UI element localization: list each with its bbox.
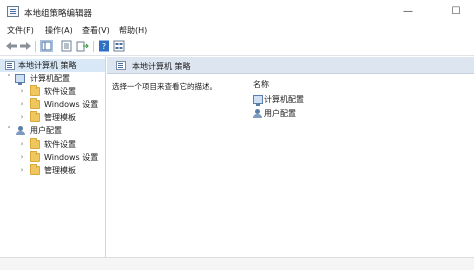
expand-chevron-icon[interactable]: › — [18, 111, 26, 124]
tree-item-label: 管理模板 — [44, 113, 76, 122]
tree-item-software-settings[interactable]: › 软件设置 — [0, 138, 105, 151]
policy-icon — [116, 61, 126, 70]
user-icon — [253, 109, 262, 118]
menu-bar: 文件(F) 操作(A) 查看(V) 帮助(H) — [0, 24, 474, 37]
folder-icon — [30, 111, 40, 122]
tree-item-label: 计算机配置 — [30, 74, 70, 83]
tree-item-label: Windows 设置 — [44, 153, 99, 162]
expand-chevron-icon[interactable]: › — [18, 151, 26, 164]
tree-item-windows-settings[interactable]: › Windows 设置 — [0, 151, 105, 164]
window-title: 本地组策略编辑器 — [24, 9, 93, 19]
computer-icon — [253, 95, 263, 106]
status-bar — [0, 257, 474, 270]
view-icon[interactable] — [113, 40, 126, 52]
tree-item-label: 软件设置 — [44, 87, 76, 96]
detail-header-title: 本地计算机 策略 — [132, 62, 191, 71]
list-item-label: 计算机配置 — [264, 95, 304, 104]
export-list-icon[interactable] — [76, 40, 89, 52]
tree-item-label: Windows 设置 — [44, 100, 99, 109]
expand-chevron-icon[interactable]: › — [18, 164, 26, 177]
properties-icon[interactable] — [60, 40, 73, 52]
tree-item-windows-settings[interactable]: › Windows 设置 — [0, 98, 105, 111]
expand-chevron-icon[interactable]: › — [18, 98, 26, 111]
tree-item-software-settings[interactable]: › 软件设置 — [0, 85, 105, 98]
title-bar: 本地组策略编辑器 — ☐ — [0, 0, 474, 24]
tree-item-label: 软件设置 — [44, 140, 76, 149]
tree-item-root[interactable]: 本地计算机 策略 — [0, 59, 105, 72]
folder-icon — [30, 151, 40, 162]
description-text: 选择一个项目来查看它的描述。 — [112, 82, 217, 91]
folder-icon — [30, 98, 40, 109]
tree-item-label: 用户配置 — [30, 126, 62, 135]
user-icon — [16, 126, 25, 135]
menu-view[interactable]: 查看(V) — [82, 25, 110, 36]
tree-item-label: 本地计算机 策略 — [18, 61, 77, 70]
tree-item-admin-templates[interactable]: › 管理模板 — [0, 164, 105, 177]
tree-item-label: 管理模板 — [44, 166, 76, 175]
show-hide-tree-icon[interactable] — [40, 40, 53, 52]
tree-item-admin-templates[interactable]: › 管理模板 — [0, 111, 105, 124]
toolbar-separator — [35, 41, 36, 52]
app-icon — [7, 6, 19, 17]
folder-icon — [30, 138, 40, 149]
expand-chevron-icon[interactable]: › — [18, 85, 26, 98]
collapse-chevron-icon[interactable]: ˅ — [5, 72, 13, 85]
column-header-name[interactable]: 名称 — [253, 79, 269, 90]
minimize-button[interactable]: — — [396, 0, 420, 24]
svg-text:?: ? — [102, 42, 106, 51]
menu-file[interactable]: 文件(F) — [7, 25, 34, 36]
toolbar: ? — [0, 37, 474, 56]
tree-item-computer-config[interactable]: ˅ 计算机配置 — [0, 72, 105, 85]
expand-chevron-icon[interactable]: › — [18, 138, 26, 151]
help-icon[interactable]: ? — [98, 40, 111, 52]
list-item-label: 用户配置 — [264, 109, 296, 118]
detail-pane: 本地计算机 策略 选择一个项目来查看它的描述。 名称 计算机配置 用户配置 — [107, 57, 474, 257]
gpedit-window: 本地组策略编辑器 — ☐ 文件(F) 操作(A) 查看(V) 帮助(H) ? 本… — [0, 0, 474, 270]
tree-item-user-config[interactable]: ˅ 用户配置 — [0, 124, 105, 137]
detail-header: 本地计算机 策略 — [107, 57, 474, 74]
computer-icon — [15, 74, 25, 85]
menu-help[interactable]: 帮助(H) — [119, 25, 147, 36]
folder-icon — [30, 85, 40, 96]
menu-action[interactable]: 操作(A) — [45, 25, 73, 36]
maximize-button[interactable]: ☐ — [444, 0, 468, 24]
back-icon[interactable] — [5, 40, 18, 52]
forward-icon[interactable] — [19, 40, 32, 52]
collapse-chevron-icon[interactable]: ˅ — [5, 124, 13, 137]
toolbar-separator — [93, 41, 94, 52]
console-tree: 本地计算机 策略 ˅ 计算机配置 › 软件设置 › Windows 设置 › 管… — [0, 57, 106, 257]
folder-icon — [30, 164, 40, 175]
policy-icon — [5, 61, 15, 70]
